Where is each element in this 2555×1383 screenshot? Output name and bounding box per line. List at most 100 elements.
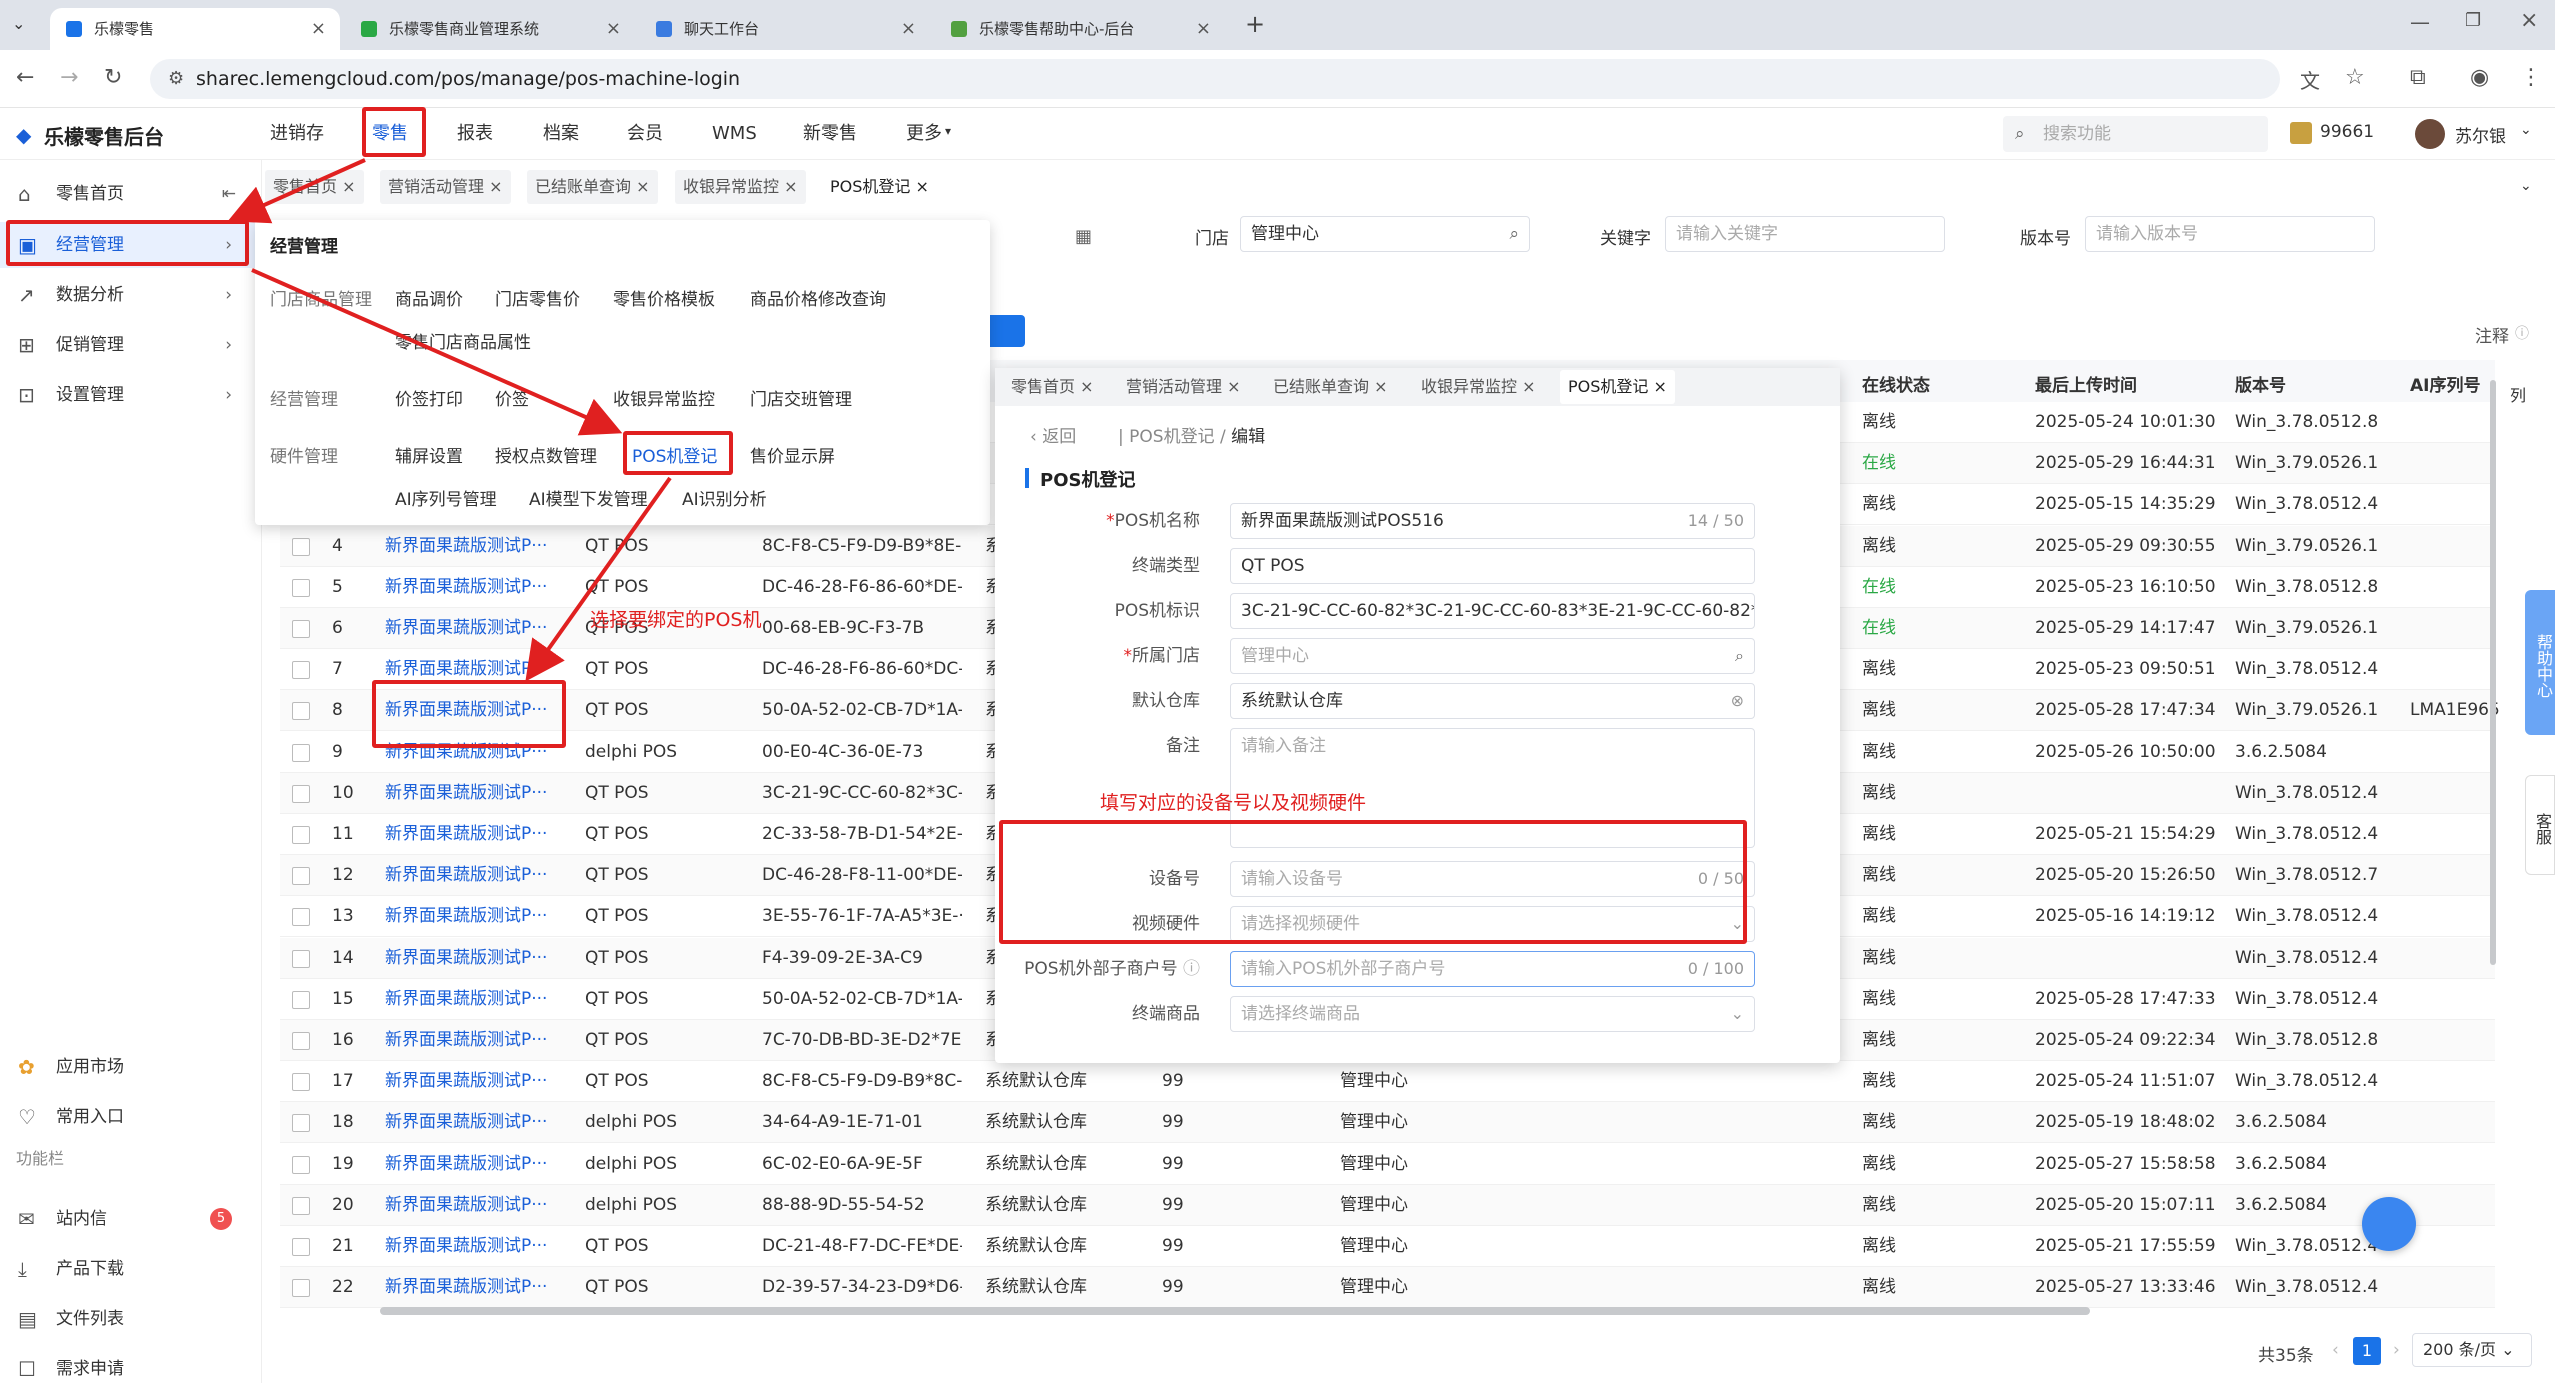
panel-tab[interactable]: 营销活动管理 × — [1118, 370, 1249, 404]
sidebar-item-app-market[interactable]: ✿ 应用市场 — [0, 1044, 262, 1090]
table-row[interactable]: 19 新界面果蔬版测试P··· delphi POS 6C-02-E0-6A-9E-5… — [280, 1144, 2495, 1185]
extensions-icon[interactable]: ⧉ — [2410, 65, 2426, 90]
site-info-icon[interactable]: ⚙ — [168, 68, 184, 89]
forward-icon[interactable]: → — [60, 65, 78, 90]
next-page-icon[interactable]: › — [2393, 1340, 2400, 1360]
user-name[interactable]: 苏尔银 — [2455, 122, 2506, 147]
menu-icon[interactable]: ⋮ — [2520, 65, 2542, 90]
pos-id-input[interactable]: 3C-21-9C-CC-60-82*3C-21-9C-CC-60-83*3E-2… — [1230, 593, 1755, 629]
customer-service-tab[interactable]: 客服 — [2525, 775, 2555, 875]
sidebar-item-settings[interactable]: ⊡ 设置管理 › — [0, 372, 262, 418]
tab-checked-bills[interactable]: 已结账单查询 × — [527, 170, 658, 204]
store-select[interactable]: 管理中心 ⌕ — [1230, 638, 1755, 674]
restore-icon[interactable]: ❐ — [2465, 10, 2481, 31]
row-checkbox[interactable] — [292, 537, 310, 556]
sidebar-item-favorites[interactable]: ♡ 常用入口 — [0, 1094, 262, 1140]
cell-name[interactable]: 新界面果蔬版测试P··· — [385, 896, 565, 937]
row-checkbox[interactable] — [292, 702, 310, 721]
row-checkbox[interactable] — [292, 1114, 310, 1133]
browser-tab-1[interactable]: 乐檬零售 × — [50, 8, 340, 50]
row-checkbox[interactable] — [292, 1155, 310, 1174]
back-icon[interactable]: ← — [16, 65, 34, 90]
table-row[interactable]: 18 新界面果蔬版测试P··· delphi POS 34-64-A9-1E-71-0… — [280, 1102, 2495, 1144]
table-row[interactable]: 17 新界面果蔬版测试P··· QT POS 8C-F8-C5-F9-D9-B9*8C… — [280, 1061, 2495, 1103]
prev-page-icon[interactable]: ‹ — [2332, 1340, 2339, 1360]
breadcrumb-item[interactable]: POS机登记 — [1129, 427, 1214, 447]
row-checkbox[interactable] — [292, 1279, 310, 1298]
terminal-type-input[interactable]: QT POS — [1230, 548, 1755, 584]
browser-tab-2[interactable]: 乐檬零售商业管理系统 × — [345, 8, 635, 50]
menu-item[interactable]: 收银异常监控 — [613, 385, 715, 410]
tab-cashier-monitor[interactable]: 收银异常监控 × — [675, 170, 806, 204]
minimize-icon[interactable]: — — [2410, 10, 2430, 34]
menu-item[interactable]: AI模型下发管理 — [529, 485, 648, 510]
cell-name[interactable]: 新界面果蔬版测试P··· — [385, 1144, 565, 1185]
sidebar-item-files[interactable]: ▤ 文件列表 — [0, 1296, 262, 1342]
close-icon[interactable]: × — [1196, 8, 1211, 50]
table-row[interactable]: 20 新界面果蔬版测试P··· delphi POS 88-88-9D-55-54-5… — [280, 1184, 2495, 1226]
sidebar-item-analytics[interactable]: ↗ 数据分析 › — [0, 272, 262, 318]
chevron-down-icon[interactable]: ⌄ — [2520, 122, 2532, 138]
translate-icon[interactable]: 文 — [2300, 65, 2320, 94]
row-checkbox[interactable] — [292, 867, 310, 886]
cell-name[interactable]: 新界面果蔬版测试P··· — [385, 1185, 565, 1226]
row-checkbox[interactable] — [292, 661, 310, 680]
cell-name[interactable]: 新界面果蔬版测试P··· — [385, 1020, 565, 1061]
cell-name[interactable]: 新界面果蔬版测试P··· — [385, 567, 565, 608]
points-value[interactable]: 99661 — [2320, 122, 2374, 142]
panel-tab-active[interactable]: POS机登记 × — [1560, 370, 1675, 404]
nav-item[interactable]: 报表 — [457, 108, 493, 160]
row-checkbox[interactable] — [292, 826, 310, 844]
sidebar-item-retail-home[interactable]: ⌂ 零售首页 ⇤ — [0, 171, 262, 217]
cell-name[interactable]: 新界面果蔬版测试P··· — [385, 855, 565, 896]
cell-name[interactable]: 新界面果蔬版测试P··· — [385, 526, 565, 567]
sidebar-item-download[interactable]: ⤓ 产品下载 — [0, 1246, 262, 1292]
keyword-input[interactable]: 请输入关键字 — [1665, 216, 1945, 252]
nav-item-more[interactable]: 更多 — [906, 108, 942, 160]
version-input[interactable]: 请输入版本号 — [2085, 216, 2375, 252]
row-checkbox[interactable] — [292, 1073, 310, 1092]
cell-name[interactable]: 新界面果蔬版测试P··· — [385, 773, 565, 814]
nav-item[interactable]: 进销存 — [270, 108, 324, 160]
row-checkbox[interactable] — [292, 578, 310, 597]
back-link[interactable]: ‹ 返回 — [1030, 422, 1076, 447]
vertical-scrollbar[interactable] — [2490, 380, 2496, 965]
url-input[interactable]: sharec.lemengcloud.com/pos/manage/pos-ma… — [150, 59, 2280, 99]
close-icon[interactable]: × — [901, 8, 916, 50]
page-size-select[interactable]: 200 条/页 ⌄ — [2412, 1333, 2532, 1367]
row-checkbox[interactable] — [292, 908, 310, 927]
browser-tab-3[interactable]: 聊天工作台 × — [640, 8, 930, 50]
floating-action-button[interactable] — [2362, 1197, 2416, 1251]
tab-list-icon[interactable]: ⌄ — [12, 14, 25, 33]
nav-item[interactable]: WMS — [712, 108, 757, 160]
store-select[interactable]: 管理中心 ⌕ — [1240, 216, 1530, 252]
menu-item[interactable]: 售价显示屏 — [750, 442, 835, 467]
new-tab-icon[interactable]: + — [1245, 10, 1265, 38]
cell-name[interactable]: 新界面果蔬版测试P··· — [385, 938, 565, 979]
nav-item[interactable]: 新零售 — [803, 108, 857, 160]
profile-icon[interactable]: ◉ — [2470, 65, 2489, 90]
sidebar-item-promotion[interactable]: ⊞ 促销管理 › — [0, 322, 262, 368]
page-number[interactable]: 1 — [2353, 1337, 2381, 1365]
menu-item[interactable]: AI识别分析 — [682, 485, 767, 510]
collapse-icon[interactable]: ⇤ — [222, 171, 236, 217]
menu-item[interactable]: 零售门店商品属性 — [395, 328, 531, 353]
row-checkbox[interactable] — [292, 1032, 310, 1050]
row-checkbox[interactable] — [292, 990, 310, 1009]
browser-tab-4[interactable]: 乐檬零售帮助中心-后台 × — [935, 8, 1225, 50]
tab-retail-home[interactable]: 零售首页 × — [265, 170, 364, 204]
row-checkbox[interactable] — [292, 620, 310, 638]
menu-item[interactable]: 零售价格模板 — [613, 285, 715, 310]
horizontal-scrollbar[interactable] — [380, 1307, 2090, 1315]
cell-name[interactable]: 新界面果蔬版测试P··· — [385, 1061, 565, 1102]
pos-name-input[interactable]: 新界面果蔬版测试POS516 14 / 50 — [1230, 503, 1755, 539]
menu-item[interactable]: 商品价格修改查询 — [750, 285, 886, 310]
terminal-goods-select[interactable]: 请选择终端商品 ⌄ — [1230, 996, 1755, 1032]
warehouse-select[interactable]: 系统默认仓库 ⊗ — [1230, 683, 1755, 719]
cell-name[interactable]: 新界面果蔬版测试P··· — [385, 1102, 565, 1143]
menu-item[interactable]: 授权点数管理 — [495, 442, 597, 467]
avatar[interactable] — [2415, 119, 2445, 149]
row-checkbox[interactable] — [292, 784, 310, 803]
menu-item[interactable]: AI序列号管理 — [395, 485, 497, 510]
close-icon[interactable]: × — [311, 8, 326, 50]
